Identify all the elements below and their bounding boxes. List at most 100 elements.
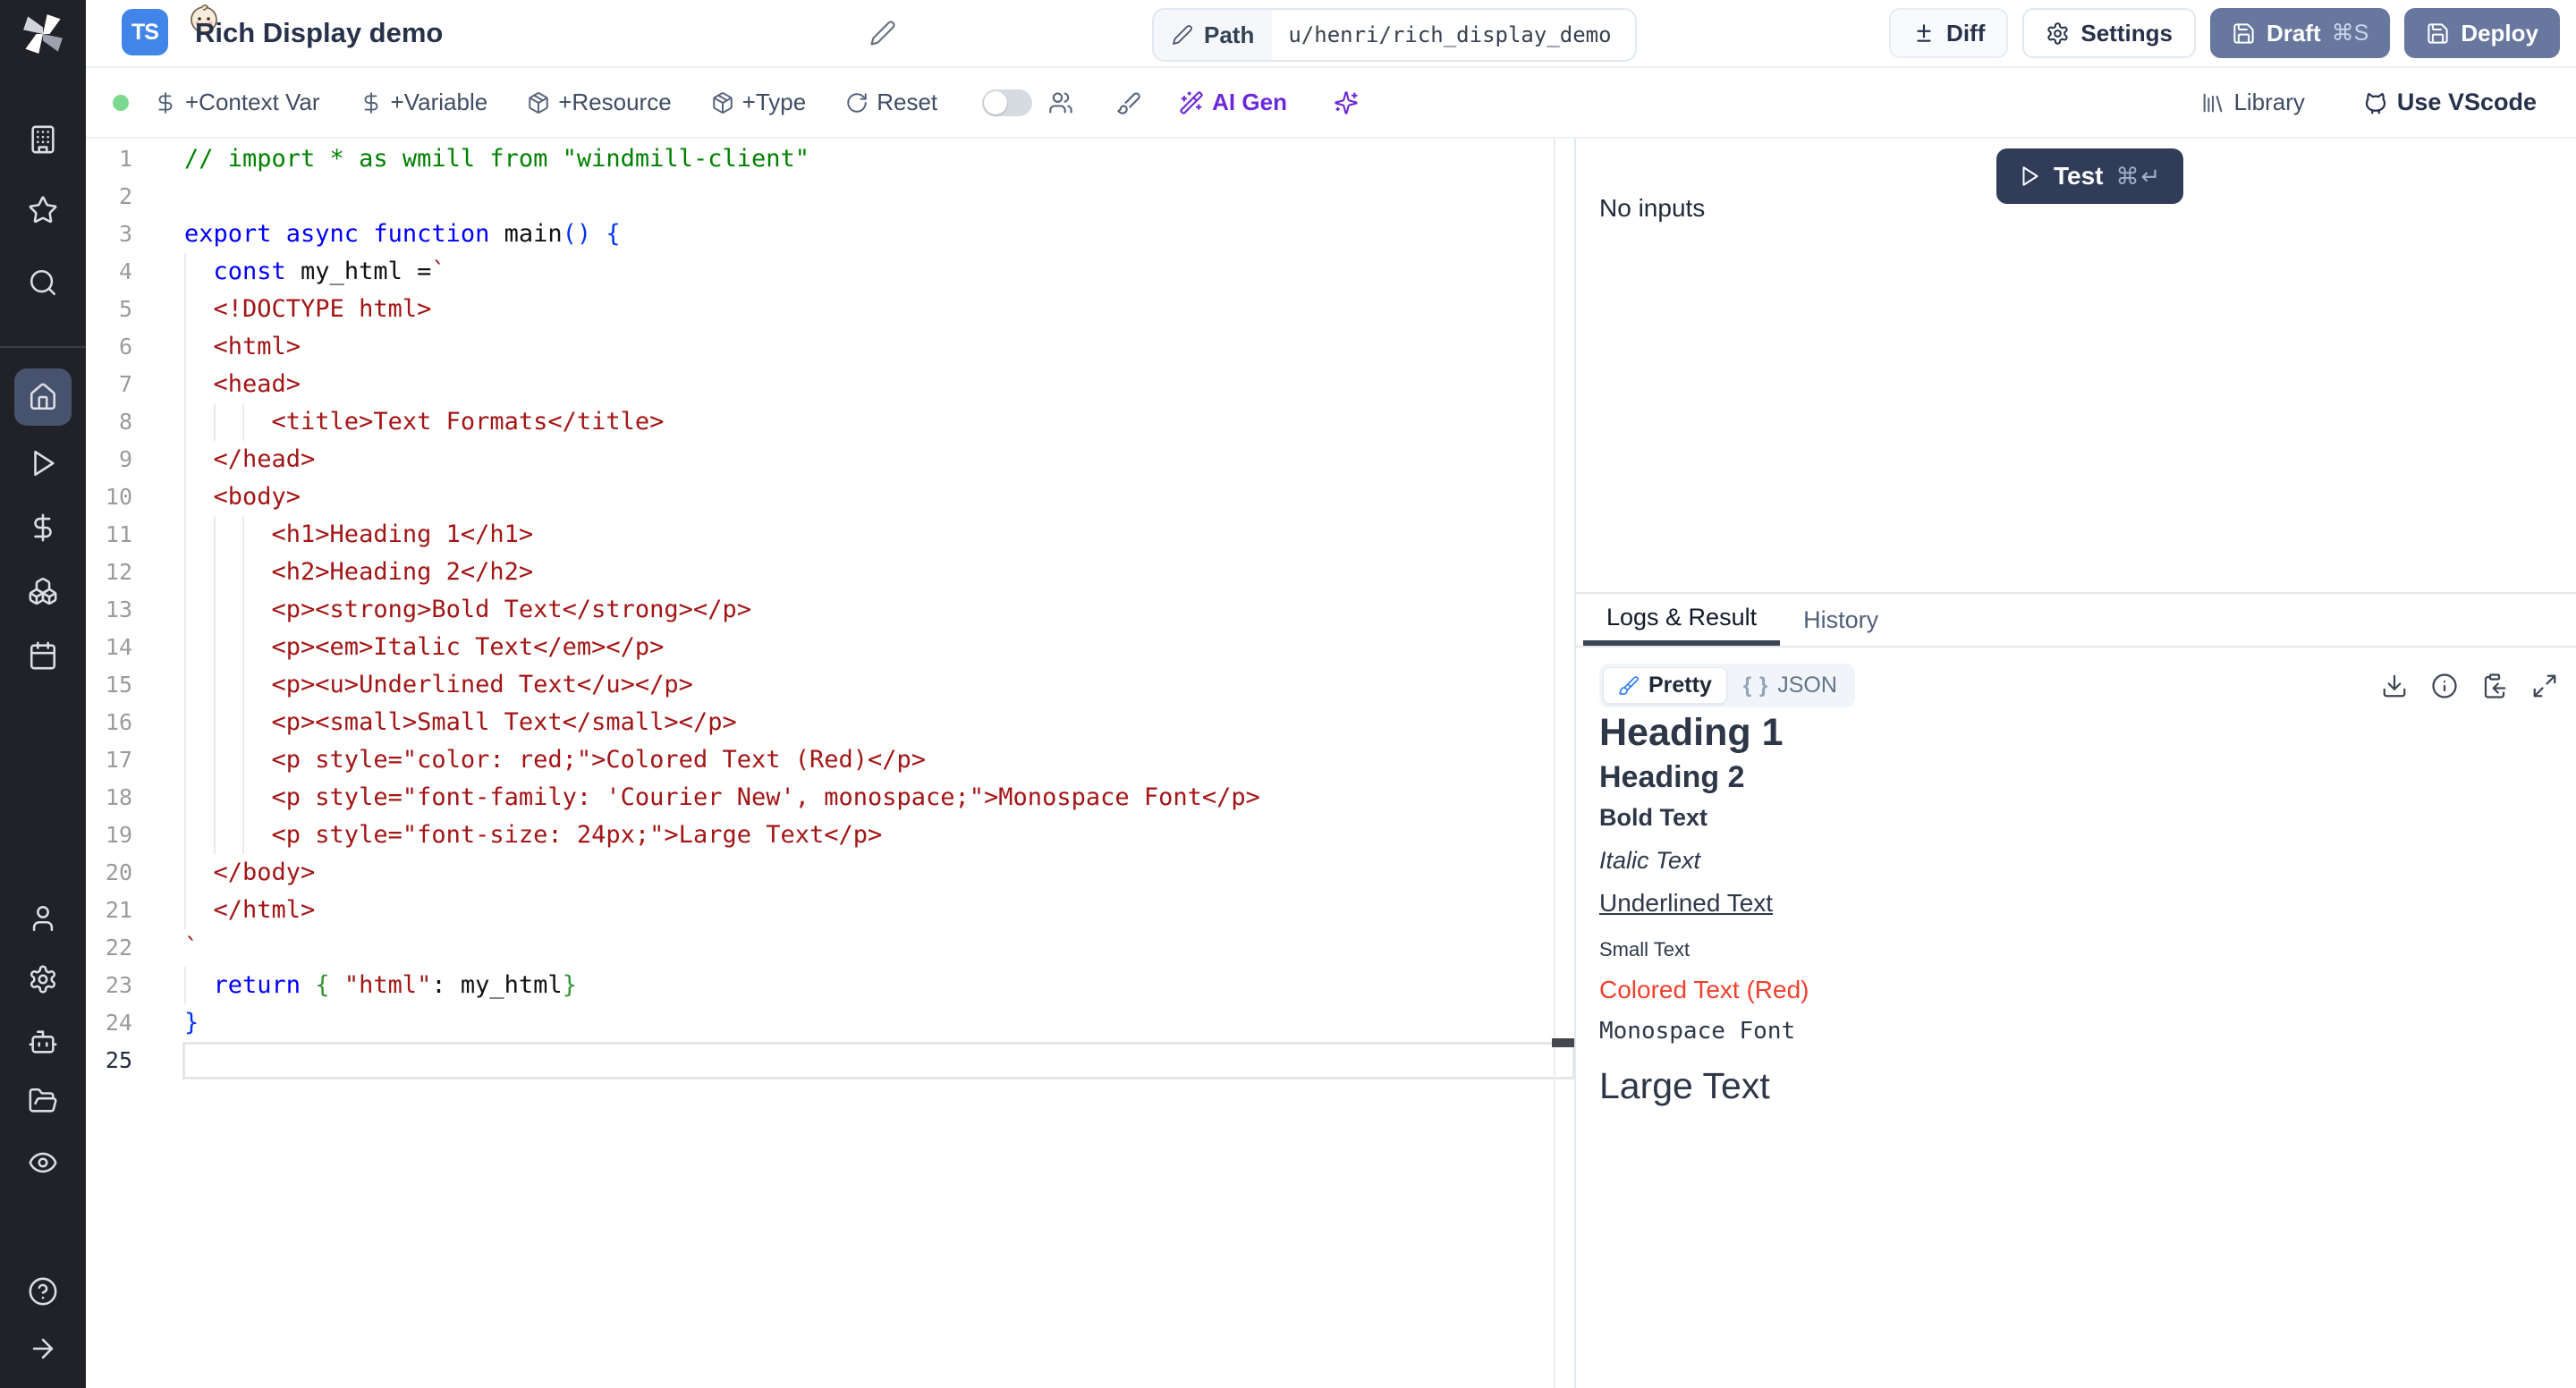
indent-guide	[242, 817, 244, 854]
diff-icon	[1912, 21, 1936, 45]
add-type-button[interactable]: +Type	[711, 89, 807, 116]
line-number: 13	[86, 591, 132, 629]
multiplayer-users-button[interactable]	[1048, 90, 1073, 115]
ai-sparkles-button[interactable]	[1334, 90, 1359, 115]
add-variable-label: +Variable	[391, 89, 488, 116]
tab-logs-result[interactable]: Logs & Result	[1583, 594, 1780, 646]
reset-button[interactable]: Reset	[845, 89, 937, 116]
wand-sparkles-icon	[1179, 90, 1204, 115]
sidebar-item-eye[interactable]	[28, 1147, 58, 1178]
sidebar-item-boxes[interactable]	[28, 576, 58, 606]
line-number: 16	[86, 704, 132, 741]
gear-icon	[2046, 21, 2070, 46]
test-button[interactable]: Test ⌘↵	[1996, 148, 2183, 204]
ai-gen-button[interactable]: AI Gen	[1179, 89, 1287, 116]
sidebar-item-building[interactable]	[28, 124, 58, 155]
sidebar-item-dollar[interactable]	[28, 512, 58, 543]
sidebar-item-user[interactable]	[28, 903, 58, 934]
path-pencil-icon	[1172, 24, 1193, 46]
sidebar-item-search[interactable]	[28, 267, 58, 298]
code-line: 11 <h1>Heading 1</h1>	[86, 516, 1572, 554]
tab-history[interactable]: History	[1780, 594, 1902, 646]
line-number: 15	[86, 666, 132, 704]
add-context-var-button[interactable]: +Context Var	[154, 89, 320, 116]
sidebar-item-folder-open[interactable]	[28, 1086, 58, 1116]
edit-title-pencil-icon[interactable]	[869, 20, 896, 47]
line-number: 6	[86, 328, 132, 366]
settings-label: Settings	[2080, 20, 2173, 47]
diff-mode-toggle[interactable]	[982, 89, 1032, 116]
dollar-icon	[154, 91, 177, 114]
sidebar-item-arrow-right[interactable]	[28, 1333, 58, 1364]
add-resource-button[interactable]: +Resource	[527, 89, 671, 116]
draft-button[interactable]: Draft ⌘S	[2210, 8, 2390, 58]
indent-guide	[214, 666, 216, 704]
download-icon[interactable]	[2381, 673, 2408, 699]
reset-label: Reset	[877, 89, 937, 116]
indent-guide	[184, 291, 186, 328]
indent-guide	[184, 366, 186, 403]
sidebar-item-bot[interactable]	[28, 1027, 58, 1057]
settings-button[interactable]: Settings	[2022, 8, 2196, 58]
code-line: 7 <head>	[86, 366, 1572, 403]
code-line: 5 <!DOCTYPE html>	[86, 291, 1572, 328]
indent-guide	[242, 741, 244, 779]
line-number: 21	[86, 892, 132, 929]
ai-gen-label: AI Gen	[1212, 89, 1287, 116]
output-h2-text: Heading 2	[1599, 761, 2576, 793]
sidebar-item-help-circle[interactable]	[28, 1276, 58, 1307]
code-editor[interactable]: 1// import * as wmill from "windmill-cli…	[86, 139, 1572, 1388]
status-dot	[113, 95, 129, 111]
line-number: 11	[86, 516, 132, 554]
pretty-view-button[interactable]: Pretty	[1603, 667, 1727, 704]
indent-guide	[214, 629, 216, 666]
sidebar-item-calendar[interactable]	[28, 640, 58, 671]
line-number: 12	[86, 554, 132, 591]
sidebar-item-home-active[interactable]	[14, 368, 72, 426]
indent-guide	[184, 666, 186, 704]
path-value[interactable]: u/henri/rich_display_demo	[1272, 10, 1627, 60]
code-line: 20 </body>	[86, 854, 1572, 892]
line-number: 9	[86, 441, 132, 478]
package-icon	[711, 91, 734, 114]
line-number: 1	[86, 140, 132, 178]
info-icon[interactable]	[2431, 673, 2458, 699]
draft-label: Draft	[2267, 20, 2321, 47]
refresh-icon	[845, 91, 869, 114]
sidebar-item-gear[interactable]	[28, 964, 58, 994]
code-line: 22`	[86, 929, 1572, 967]
indent-guide	[214, 403, 216, 441]
top-header: TS Rich Display demo Path u/henri/rich_d…	[86, 0, 2576, 68]
editor-overview-ruler[interactable]	[1554, 139, 1574, 1388]
indent-guide	[184, 441, 186, 478]
diff-button[interactable]: Diff	[1889, 8, 2008, 58]
code-line: 24}	[86, 1004, 1572, 1042]
save-icon	[2232, 21, 2256, 46]
windmill-logo-icon[interactable]	[16, 9, 70, 59]
library-button[interactable]: Library	[2200, 89, 2304, 116]
use-vscode-button[interactable]: Use VScode	[2362, 89, 2537, 116]
indent-guide	[214, 817, 216, 854]
format-brush-button[interactable]	[1116, 90, 1141, 115]
sidebar-item-play[interactable]	[28, 448, 58, 478]
expand-icon[interactable]	[2531, 673, 2558, 699]
sidebar-item-star[interactable]	[28, 195, 58, 225]
dollar-icon	[360, 91, 383, 114]
output-red-text: Colored Text (Red)	[1599, 978, 2576, 1003]
line-number: 18	[86, 779, 132, 817]
pretty-brush-icon	[1618, 675, 1640, 697]
deploy-button[interactable]: Deploy	[2404, 8, 2560, 58]
clipboard-copy-icon[interactable]	[2481, 673, 2508, 699]
test-shortcut: ⌘↵	[2116, 163, 2163, 190]
path-field[interactable]: Path u/henri/rich_display_demo	[1152, 8, 1637, 62]
add-variable-button[interactable]: +Variable	[360, 89, 488, 116]
output-italic-text: Italic Text	[1599, 848, 2576, 873]
path-label-section: Path	[1154, 10, 1272, 60]
output-h1-text: Heading 1	[1599, 711, 2576, 754]
indent-guide	[242, 704, 244, 741]
json-view-button[interactable]: { } JSON	[1729, 668, 1852, 703]
diff-label: Diff	[1946, 20, 1985, 47]
code-line: 3export async function main() {	[86, 216, 1572, 253]
json-label: JSON	[1777, 673, 1837, 698]
code-line: 14 <p><em>Italic Text</em></p>	[86, 629, 1572, 666]
